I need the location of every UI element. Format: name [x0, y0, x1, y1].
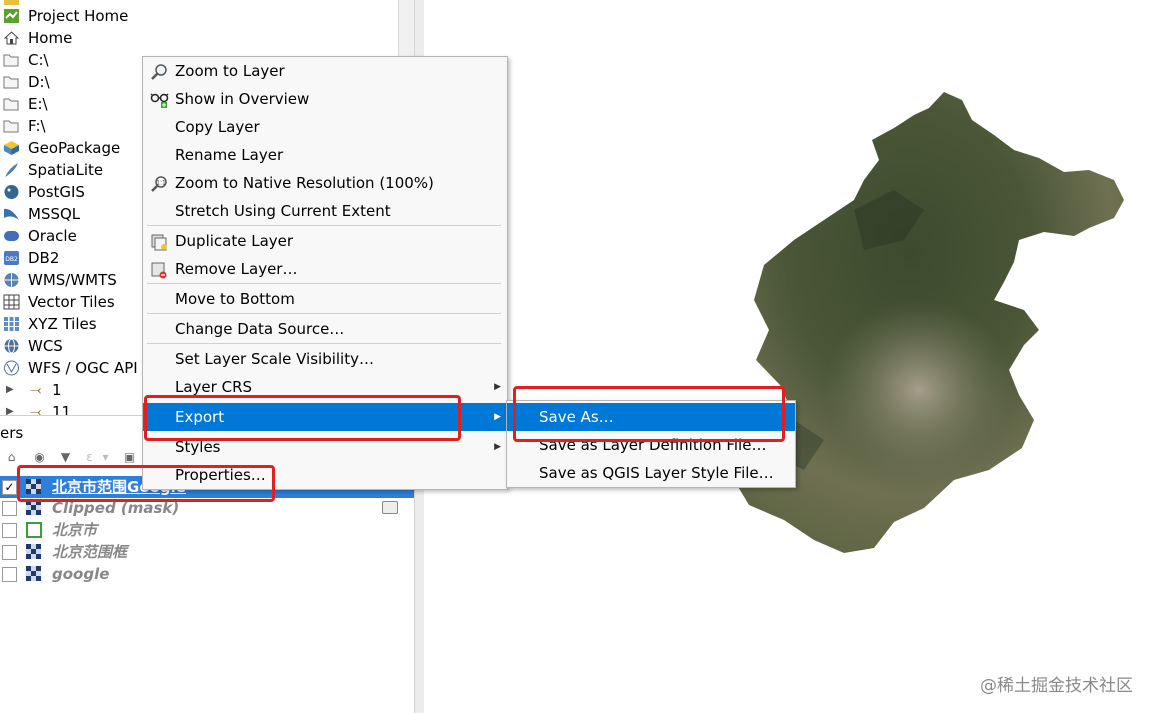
layer-row-beijing[interactable]: 北京市 — [0, 519, 414, 541]
menu-item-set-scale-visibility[interactable]: Set Layer Scale Visibility… — [143, 345, 507, 373]
filter-expression-icon[interactable]: ε — [82, 450, 97, 465]
menu-separator — [147, 313, 501, 314]
dropdown-arrow-icon[interactable]: ▾ — [98, 450, 113, 465]
spatialite-icon — [3, 162, 20, 178]
menu-separator — [147, 225, 501, 226]
expand-all-icon[interactable]: ▣ — [122, 450, 137, 465]
layers-panel-title: ers — [0, 424, 24, 442]
annotation-box-layer — [17, 465, 275, 502]
watermark-text: @稀土掘金技术社区 — [980, 676, 1133, 696]
overview-glasses-icon — [150, 90, 169, 108]
menu-item-show-in-overview[interactable]: Show in Overview — [143, 85, 507, 113]
raster-layer-icon — [26, 500, 42, 516]
menu-item-remove-layer[interactable]: Remove Layer… — [143, 255, 507, 283]
duplicate-layer-icon — [150, 232, 168, 251]
wms-icon — [3, 272, 20, 288]
folder-icon — [3, 96, 20, 112]
open-layer-styling-icon[interactable]: ⌂ — [4, 450, 19, 465]
menu-item-rename-layer[interactable]: Rename Layer — [143, 141, 507, 169]
temporary-layer-icon[interactable] — [382, 501, 398, 514]
home-icon — [3, 30, 20, 46]
layer-name: google — [52, 565, 110, 583]
annotation-box-save-as — [513, 386, 785, 442]
mssql-icon — [3, 206, 20, 222]
svg-text:DB2: DB2 — [5, 256, 18, 263]
add-group-icon[interactable]: ◉ — [32, 450, 47, 465]
submenu-arrow-icon: ▶ — [494, 382, 501, 392]
filter-legend-icon[interactable]: ▼ — [58, 450, 73, 465]
svg-text:1:1: 1:1 — [156, 180, 166, 187]
menu-item-stretch-current-extent[interactable]: Stretch Using Current Extent — [143, 197, 507, 225]
remove-layer-icon — [150, 260, 168, 279]
menu-item-zoom-to-layer[interactable]: Zoom to Layer — [143, 57, 507, 85]
vector-tiles-icon — [3, 294, 20, 310]
polygon-layer-icon — [26, 522, 42, 538]
expand-arrow-icon[interactable]: ▶ — [6, 379, 14, 401]
menu-separator — [147, 283, 501, 284]
annotation-box-export — [144, 395, 461, 441]
xyz-connection-icon: ⤙ — [30, 382, 42, 398]
layer-name: 北京范围框 — [52, 543, 128, 561]
folder-icon — [3, 52, 20, 68]
wfs-icon — [3, 360, 20, 376]
menu-item-save-qgis-style[interactable]: Save as QGIS Layer Style File… — [507, 459, 795, 487]
folder-icon — [3, 74, 20, 90]
menu-item-duplicate-layer[interactable]: Duplicate Layer — [143, 227, 507, 255]
menu-separator — [147, 343, 501, 344]
project-home-icon — [3, 8, 20, 24]
postgis-icon — [3, 184, 20, 200]
folder-icon — [3, 118, 20, 134]
expand-arrow-icon[interactable]: ▶ — [6, 401, 14, 415]
layer-visibility-checkbox[interactable] — [2, 523, 17, 538]
xyz-connection-icon: ⤙ — [30, 404, 42, 415]
zoom-native-icon: 1:1 — [150, 174, 168, 192]
layer-visibility-checkbox[interactable]: ✓ — [2, 480, 17, 495]
layer-visibility-checkbox[interactable] — [2, 501, 17, 516]
raster-layer-icon — [26, 544, 42, 560]
raster-layer-icon — [26, 566, 42, 582]
menu-item-move-to-bottom[interactable]: Move to Bottom — [143, 285, 507, 313]
menu-item-zoom-native-resolution[interactable]: 1:1 Zoom to Native Resolution (100%) — [143, 169, 507, 197]
favorites-icon — [3, 0, 20, 6]
layer-row-beijing-extent[interactable]: 北京范围框 — [0, 541, 414, 563]
zoom-magnifier-icon — [150, 62, 168, 80]
layer-visibility-checkbox[interactable] — [2, 545, 17, 560]
layer-visibility-checkbox[interactable] — [2, 567, 17, 582]
wcs-icon — [3, 338, 20, 354]
layer-row-google[interactable]: google — [0, 563, 414, 585]
oracle-icon — [3, 228, 20, 244]
layer-name: 北京市 — [52, 521, 98, 539]
map-canvas[interactable] — [424, 0, 1164, 713]
db2-icon: DB2 — [3, 250, 20, 266]
submenu-arrow-icon: ▶ — [494, 442, 501, 452]
menu-item-change-data-source[interactable]: Change Data Source… — [143, 315, 507, 343]
submenu-arrow-icon: ▶ — [494, 412, 501, 422]
geopackage-icon — [3, 140, 20, 156]
xyz-tiles-icon — [3, 316, 20, 332]
menu-item-copy-layer[interactable]: Copy Layer — [143, 113, 507, 141]
beijing-raster-map — [734, 92, 1124, 553]
